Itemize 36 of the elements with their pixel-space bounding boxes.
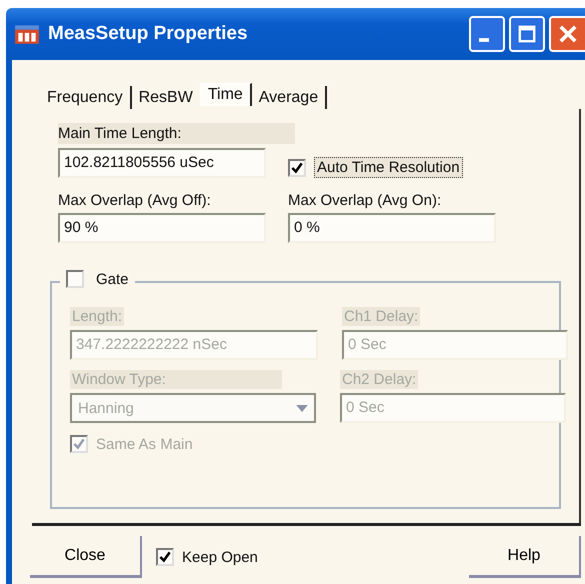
- check-icon: [158, 550, 172, 564]
- tab[interactable]: Time: [200, 83, 252, 106]
- checkbox-label: Gate: [96, 270, 129, 288]
- minimize-button[interactable]: [469, 16, 505, 52]
- minimize-icon: [479, 38, 489, 42]
- checkbox-box[interactable]: [66, 270, 84, 288]
- field-label: Ch2 Delay:: [340, 370, 418, 389]
- tab[interactable]: Frequency: [40, 86, 132, 109]
- window-title: MeasSetup Properties: [48, 23, 249, 45]
- check-icon: [290, 160, 304, 174]
- input-field[interactable]: 90 %: [58, 213, 266, 243]
- help-button[interactable]: Help: [469, 536, 581, 578]
- field-label: Main Time Length:: [58, 123, 295, 144]
- checkbox-box[interactable]: [288, 158, 306, 176]
- input-field[interactable]: 102.8211805556 uSec: [58, 148, 266, 178]
- tab[interactable]: Average: [252, 86, 328, 109]
- checkbox[interactable]: Auto Time Resolution: [288, 157, 518, 178]
- field-label: Ch1 Delay:: [342, 307, 420, 326]
- tab[interactable]: ResBW: [132, 86, 200, 109]
- field-label: Window Type:: [70, 370, 282, 389]
- check-icon: [72, 437, 86, 451]
- checkbox-label: Auto Time Resolution: [314, 157, 463, 178]
- checkbox-label: Keep Open: [182, 548, 258, 566]
- maximize-button[interactable]: [509, 16, 545, 52]
- input-field[interactable]: 0 %: [288, 213, 496, 243]
- app-icon: [14, 23, 40, 45]
- gate-checkbox[interactable]: Gate: [60, 270, 135, 288]
- close-button[interactable]: [549, 16, 585, 52]
- checkbox-label: Same As Main: [96, 436, 193, 452]
- dropdown-arrow-icon: [296, 404, 308, 412]
- checkbox-box[interactable]: [156, 548, 174, 566]
- checkbox[interactable]: Keep Open: [156, 548, 258, 566]
- field-label: Max Overlap (Avg Off):: [58, 192, 211, 209]
- field-label: Length:: [70, 307, 124, 326]
- field-label: Max Overlap (Avg On):: [288, 192, 442, 209]
- close-dialog-button[interactable]: Close: [30, 536, 142, 578]
